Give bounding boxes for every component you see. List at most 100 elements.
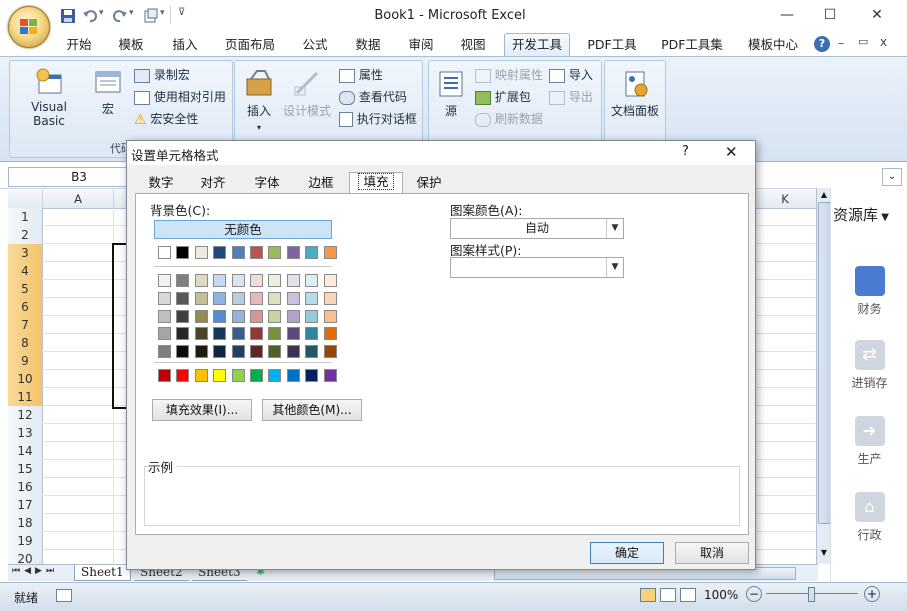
zoom-out-icon[interactable]: − bbox=[746, 586, 762, 602]
scroll-up-icon[interactable]: ▲ bbox=[818, 190, 830, 202]
zoom-level[interactable]: 100% bbox=[704, 588, 738, 602]
view-code-button[interactable]: 查看代码 bbox=[339, 88, 407, 105]
page-layout-view-icon[interactable] bbox=[660, 588, 676, 602]
tint-color-swatch[interactable] bbox=[176, 309, 190, 323]
tint-color-swatch[interactable] bbox=[286, 345, 300, 359]
row-header-4[interactable]: 4 bbox=[8, 262, 43, 281]
theme-color-swatch[interactable] bbox=[176, 246, 190, 259]
sheet-tab-1[interactable]: Sheet1 bbox=[74, 565, 131, 581]
scroll-down-icon[interactable]: ▼ bbox=[818, 548, 830, 560]
run-dialog-button[interactable]: 执行对话框 bbox=[339, 110, 417, 127]
tint-color-swatch[interactable] bbox=[213, 345, 227, 359]
dialog-tab-alignment[interactable]: 对齐 bbox=[195, 174, 231, 192]
ribbon-close-button[interactable]: x bbox=[880, 35, 887, 49]
tint-color-swatch[interactable] bbox=[194, 309, 208, 323]
dialog-tab-protection[interactable]: 保护 bbox=[411, 174, 447, 192]
tint-color-swatch[interactable] bbox=[250, 274, 263, 287]
undo-dropdown-icon[interactable]: ▾ bbox=[99, 8, 104, 18]
design-mode-button[interactable]: 设计模式 bbox=[281, 67, 333, 119]
row-header-16[interactable]: 16 bbox=[8, 478, 43, 497]
tint-color-swatch[interactable] bbox=[213, 327, 227, 341]
source-button[interactable]: 源 bbox=[433, 69, 469, 119]
tint-color-swatch[interactable] bbox=[158, 327, 171, 341]
row-header-3[interactable]: 3 bbox=[8, 244, 43, 263]
tint-color-swatch[interactable] bbox=[286, 291, 300, 305]
save-icon[interactable] bbox=[60, 8, 76, 24]
column-header-a[interactable]: A bbox=[43, 190, 114, 208]
more-colors-button[interactable]: 其他颜色(M)... bbox=[262, 399, 362, 421]
print-dropdown-icon[interactable]: ▾ bbox=[160, 8, 165, 18]
tint-color-swatch[interactable] bbox=[323, 327, 337, 341]
expand-formula-bar-icon[interactable]: ⌄ bbox=[882, 168, 902, 186]
close-button[interactable]: ✕ bbox=[862, 4, 892, 26]
tab-templates[interactable]: 模板 bbox=[110, 35, 152, 54]
tint-color-swatch[interactable] bbox=[286, 274, 300, 287]
tint-color-swatch[interactable] bbox=[158, 309, 171, 323]
panel-item-inventory[interactable]: ⇄ 进销存 bbox=[831, 340, 907, 391]
tint-color-swatch[interactable] bbox=[158, 345, 171, 359]
tab-review[interactable]: 审阅 bbox=[400, 35, 442, 54]
tint-color-swatch[interactable] bbox=[213, 274, 227, 287]
customize-qat-icon[interactable]: ⊽ bbox=[178, 7, 185, 18]
tint-color-swatch[interactable] bbox=[268, 309, 282, 323]
row-header-6[interactable]: 6 bbox=[8, 298, 43, 317]
standard-color-swatch[interactable] bbox=[213, 369, 227, 382]
theme-color-swatch[interactable] bbox=[213, 246, 227, 259]
ribbon-restore-button[interactable]: ▭ bbox=[858, 35, 868, 48]
visual-basic-button[interactable]: Visual Basic bbox=[14, 67, 84, 128]
row-header-18[interactable]: 18 bbox=[8, 514, 43, 533]
undo-icon[interactable] bbox=[82, 8, 98, 24]
row-header-9[interactable]: 9 bbox=[8, 352, 43, 371]
row-header-19[interactable]: 19 bbox=[8, 532, 43, 551]
quick-print-icon[interactable] bbox=[143, 8, 159, 24]
tint-color-swatch[interactable] bbox=[305, 309, 319, 323]
dialog-help-button[interactable]: ? bbox=[682, 144, 689, 159]
zoom-slider-thumb[interactable] bbox=[808, 587, 815, 602]
sheet-nav-icons[interactable]: ⏮◀▶⏭ bbox=[12, 566, 58, 576]
tint-color-swatch[interactable] bbox=[286, 327, 300, 341]
standard-color-swatch[interactable] bbox=[176, 369, 190, 382]
tint-color-swatch[interactable] bbox=[231, 309, 245, 323]
record-macro-button[interactable]: 录制宏 bbox=[134, 66, 190, 83]
panel-item-admin[interactable]: ⌂ 行政 bbox=[831, 492, 907, 543]
tint-color-swatch[interactable] bbox=[194, 274, 208, 287]
row-header-2[interactable]: 2 bbox=[8, 226, 43, 245]
zoom-in-icon[interactable]: + bbox=[864, 586, 880, 602]
tint-color-swatch[interactable] bbox=[213, 309, 227, 323]
tint-color-swatch[interactable] bbox=[323, 345, 337, 359]
tab-template-center[interactable]: 模板中心 bbox=[742, 35, 804, 54]
tint-color-swatch[interactable] bbox=[176, 345, 190, 359]
normal-view-icon[interactable] bbox=[640, 588, 656, 602]
panel-dropdown-icon[interactable]: ▼ bbox=[878, 212, 889, 223]
row-header-14[interactable]: 14 bbox=[8, 442, 43, 461]
redo-dropdown-icon[interactable]: ▾ bbox=[129, 8, 134, 18]
cancel-button[interactable]: 取消 bbox=[675, 542, 749, 564]
expansion-pack-button[interactable]: 扩展包 bbox=[475, 88, 531, 105]
row-header-7[interactable]: 7 bbox=[8, 316, 43, 335]
dialog-tab-font[interactable]: 字体 bbox=[249, 174, 285, 192]
tint-color-swatch[interactable] bbox=[176, 274, 190, 287]
row-header-17[interactable]: 17 bbox=[8, 496, 43, 515]
tint-color-swatch[interactable] bbox=[323, 274, 337, 287]
document-panel-button[interactable]: 文档面板 bbox=[605, 69, 665, 119]
tab-formulas[interactable]: 公式 bbox=[294, 35, 336, 54]
tint-color-swatch[interactable] bbox=[231, 291, 245, 305]
standard-color-swatch[interactable] bbox=[231, 369, 245, 382]
standard-color-swatch[interactable] bbox=[323, 369, 337, 382]
macro-security-button[interactable]: ⚠ 宏安全性 bbox=[134, 110, 198, 128]
theme-color-swatch[interactable] bbox=[268, 246, 282, 259]
column-header-k[interactable]: K bbox=[753, 190, 818, 208]
macro-button[interactable]: 宏 bbox=[90, 69, 126, 117]
chevron-down-icon[interactable]: ▼ bbox=[606, 258, 623, 277]
row-header-15[interactable]: 15 bbox=[8, 460, 43, 479]
import-button[interactable]: 导入 bbox=[549, 66, 593, 83]
tint-color-swatch[interactable] bbox=[268, 291, 282, 305]
export-button[interactable]: 导出 bbox=[549, 88, 593, 105]
dialog-tab-border[interactable]: 边框 bbox=[303, 174, 339, 192]
theme-color-swatch[interactable] bbox=[158, 246, 171, 259]
tab-insert[interactable]: 插入 bbox=[164, 35, 206, 54]
pattern-style-select[interactable]: ▼ bbox=[450, 257, 624, 278]
row-header-1[interactable]: 1 bbox=[8, 208, 43, 227]
tint-color-swatch[interactable] bbox=[268, 274, 282, 287]
theme-color-swatch[interactable] bbox=[305, 246, 319, 259]
